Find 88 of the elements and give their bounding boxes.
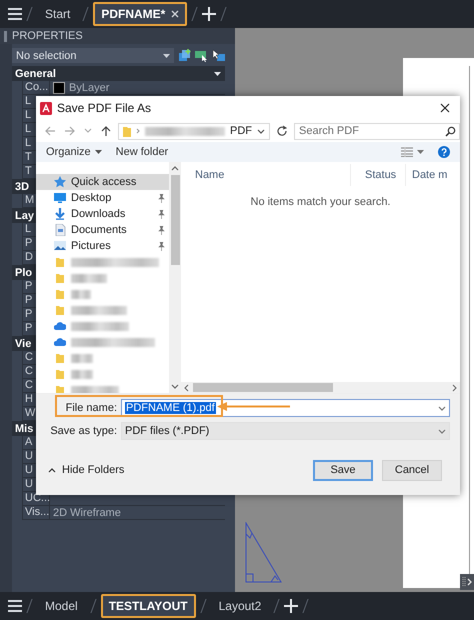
folder-icon <box>54 272 66 284</box>
cloud-icon <box>54 336 66 348</box>
caret-icon <box>171 166 179 171</box>
dialog-title: Save PDF File As <box>57 101 152 115</box>
add-icon[interactable] <box>284 599 298 613</box>
menu-icon[interactable] <box>8 7 22 21</box>
app-icon <box>40 102 52 114</box>
nav-item[interactable]: Downloads <box>36 206 169 222</box>
tab[interactable]: Model <box>37 594 86 618</box>
blurred-label <box>71 354 93 362</box>
new-folder-button[interactable]: New folder <box>116 146 168 158</box>
forward-icon <box>64 125 76 137</box>
close-icon[interactable] <box>171 10 180 18</box>
section-title: Plo <box>15 266 32 278</box>
selection-dropdown[interactable]: No selection <box>12 48 174 63</box>
close-icon <box>440 103 450 113</box>
caret-icon <box>163 54 170 58</box>
section-title: Lay <box>15 210 34 222</box>
save-button[interactable]: Save <box>313 460 373 480</box>
up-icon <box>100 125 112 137</box>
menu-icon[interactable] <box>8 599 22 613</box>
breadcrumb[interactable]: PDF <box>230 125 252 137</box>
address-bar[interactable]: PDF <box>118 122 270 140</box>
select-objects-icon[interactable] <box>195 49 208 62</box>
section-title: Mis <box>15 422 34 434</box>
desktop-icon <box>54 192 66 204</box>
caret-icon <box>438 406 446 410</box>
property-label: Vis... <box>23 506 50 519</box>
field-label: Save as type: <box>49 425 118 437</box>
property-value: ByLayer <box>69 82 110 94</box>
triangle-drawing <box>245 522 283 584</box>
search-icon[interactable] <box>445 126 456 136</box>
tab[interactable]: Start <box>37 2 78 26</box>
blurred-label <box>71 386 119 393</box>
caret-icon <box>438 428 446 434</box>
blurred-label <box>71 306 127 314</box>
property-label: Co... <box>23 81 50 94</box>
quick-select-icon[interactable] <box>178 49 191 62</box>
caret-icon <box>257 128 265 134</box>
tab[interactable]: Layout2 <box>210 594 270 618</box>
picture-icon <box>54 240 66 252</box>
view-button[interactable] <box>401 147 424 157</box>
back-icon <box>44 125 56 137</box>
grip-icon <box>4 30 7 42</box>
tab[interactable]: PDFNAME* <box>93 2 188 26</box>
section-title: 3D <box>15 180 30 192</box>
field-label: File name: <box>64 402 118 414</box>
cursor-icon[interactable] <box>212 49 225 62</box>
nav-item[interactable]: Quick access <box>36 174 169 190</box>
folder-icon <box>54 304 66 316</box>
blurred-label <box>71 370 93 378</box>
folder-icon <box>54 256 66 268</box>
blurred-label <box>71 290 91 298</box>
column-header[interactable]: Date m <box>406 164 460 186</box>
caret-icon <box>94 150 102 154</box>
tab[interactable]: TESTLAYOUT <box>100 594 196 618</box>
empty-message: No items match your search. <box>250 196 390 208</box>
cloud-icon <box>54 320 66 332</box>
file-name-field[interactable]: PDFNAME (1).pdf <box>121 399 450 417</box>
folder-icon <box>123 126 131 136</box>
property-value: 2D Wireframe <box>53 506 121 518</box>
search-field[interactable]: Search PDF <box>294 122 460 140</box>
refresh-icon <box>276 125 288 137</box>
add-icon[interactable] <box>202 7 216 21</box>
cancel-button[interactable]: Cancel <box>382 460 442 480</box>
file-type-dropdown[interactable]: PDF files (*.PDF) <box>121 422 450 440</box>
help-icon[interactable] <box>438 146 450 158</box>
folder-icon <box>54 368 66 380</box>
star-icon <box>54 176 66 188</box>
scroll-thumb[interactable] <box>170 175 180 265</box>
caret-icon <box>417 150 424 154</box>
caret-icon <box>452 384 457 392</box>
document-icon <box>54 224 66 236</box>
blurred-label <box>71 322 129 330</box>
caret-icon <box>48 468 56 472</box>
section-title: General <box>15 68 56 80</box>
blurred-label <box>71 274 107 282</box>
download-icon <box>54 208 66 220</box>
chevron-icon <box>136 128 140 134</box>
panel-title: PROPERTIES <box>12 30 83 42</box>
section-title: Vie <box>15 338 32 350</box>
column-header[interactable]: Status <box>351 164 406 186</box>
folder-icon <box>54 288 66 300</box>
grip-icon[interactable] <box>460 574 474 590</box>
section-header[interactable]: General <box>12 66 225 81</box>
list-view-icon <box>401 147 413 157</box>
scroll-thumb[interactable] <box>193 383 333 392</box>
column-header[interactable]: Name <box>181 164 351 186</box>
